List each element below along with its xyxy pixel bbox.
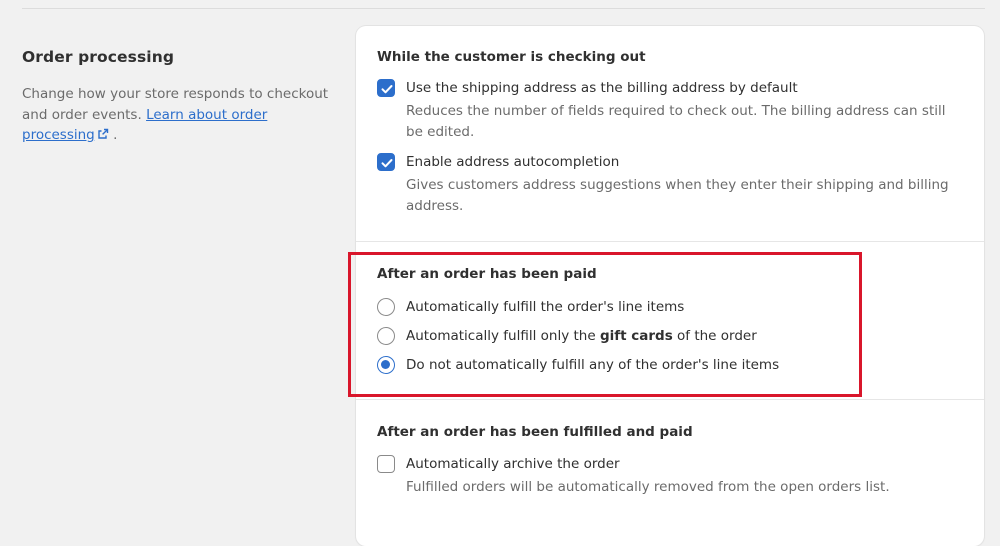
fulfill-all-radio[interactable] [377, 298, 395, 316]
section-description-column: Order processing Change how your store r… [22, 48, 332, 147]
no-auto-fulfill-option[interactable]: Do not automatically fulfill any of the … [377, 355, 964, 375]
address-autocompletion-label: Enable address autocompletion [406, 154, 620, 170]
section-title: Order processing [22, 48, 175, 66]
fulfill-gift-cards-label-bold: gift cards [599, 328, 673, 344]
checkout-group-title: While the customer is checking out [377, 49, 646, 65]
fulfilled-group: After an order has been fulfilled and pa… [356, 422, 984, 498]
paid-group-title: After an order has been paid [377, 266, 597, 282]
archive-order-checkbox[interactable] [377, 455, 395, 473]
checkmark-icon [381, 85, 393, 94]
address-autocompletion-checkbox[interactable] [377, 153, 395, 171]
fulfill-gift-cards-option[interactable]: Automatically fulfill only the gift card… [377, 326, 964, 346]
address-autocompletion-option[interactable]: Enable address autocompletion Gives cust… [377, 152, 964, 217]
paid-group: After an order has been paid Automatical… [356, 264, 984, 375]
fulfill-gift-cards-label-prefix: Automatically fulfill only the [406, 328, 600, 344]
fulfill-gift-cards-label-suffix: of the order [672, 328, 757, 344]
fulfill-gift-cards-label: Automatically fulfill only the gift card… [406, 326, 964, 346]
checkout-group: While the customer is checking out Use t… [356, 47, 984, 217]
address-autocompletion-help: Gives customers address suggestions when… [406, 177, 949, 214]
section-description-trailing: . [113, 127, 118, 143]
checkmark-icon [381, 159, 393, 168]
no-auto-fulfill-radio[interactable] [377, 356, 395, 374]
archive-order-label: Automatically archive the order [406, 456, 620, 472]
order-processing-card: While the customer is checking out Use t… [356, 26, 984, 546]
card-divider [356, 241, 984, 242]
fulfill-all-option[interactable]: Automatically fulfill the order's line i… [377, 297, 964, 317]
archive-order-help: Fulfilled orders will be automatically r… [406, 479, 890, 495]
fulfill-gift-cards-radio[interactable] [377, 327, 395, 345]
fulfill-all-label: Automatically fulfill the order's line i… [406, 299, 685, 315]
fulfilled-group-title: After an order has been fulfilled and pa… [377, 424, 693, 440]
top-divider [22, 8, 985, 9]
external-link-icon[interactable] [97, 126, 109, 147]
archive-order-option[interactable]: Automatically archive the order Fulfille… [377, 454, 964, 498]
billing-address-help: Reduces the number of fields required to… [406, 103, 946, 140]
billing-address-checkbox[interactable] [377, 79, 395, 97]
billing-address-label: Use the shipping address as the billing … [406, 80, 798, 96]
no-auto-fulfill-label: Do not automatically fulfill any of the … [406, 357, 780, 373]
card-divider [356, 399, 984, 400]
section-description: Change how your store responds to checko… [22, 84, 332, 147]
billing-address-option[interactable]: Use the shipping address as the billing … [377, 78, 964, 143]
